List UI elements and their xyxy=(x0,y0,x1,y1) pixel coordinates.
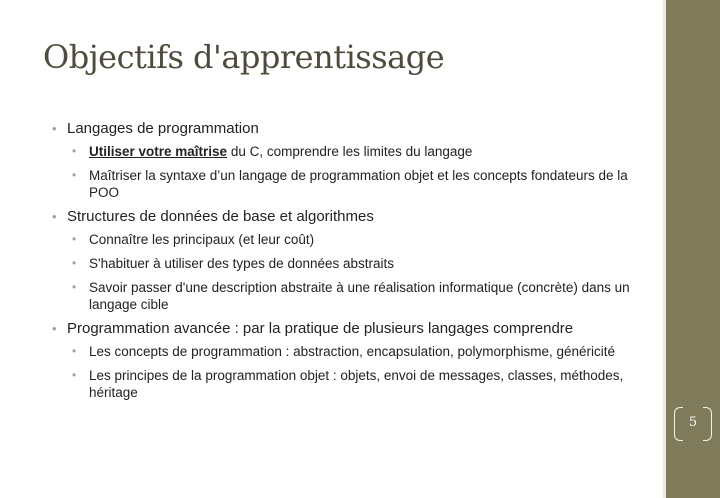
bullet-dot-icon: • xyxy=(72,232,77,246)
slide-content: • Langages de programmation • Utiliser v… xyxy=(50,120,640,408)
bullet-dot-icon: • xyxy=(72,168,77,182)
sub-bullet-item: • Connaître les principaux (et leur coût… xyxy=(50,231,640,248)
sub-bullet-item: • S'habituer à utiliser des types de don… xyxy=(50,255,640,272)
sub-bullet-text: Les principes de la programmation objet … xyxy=(89,368,624,400)
sub-bullet-text: Savoir passer d'une description abstrait… xyxy=(89,280,630,312)
bullet-dot-icon: • xyxy=(52,321,57,336)
bullet-item: • Langages de programmation xyxy=(50,120,640,138)
sub-bullet-item: • Les concepts de programmation : abstra… xyxy=(50,343,640,360)
sub-bullet-text: du C, comprendre les limites du langage xyxy=(227,144,473,159)
sub-bullet-item: • Les principes de la programmation obje… xyxy=(50,367,640,401)
bullet-dot-icon: • xyxy=(72,368,77,382)
bullet-dot-icon: • xyxy=(72,144,77,158)
bullet-dot-icon: • xyxy=(72,256,77,270)
bullet-dot-icon: • xyxy=(72,280,77,294)
sub-bullet-text: S'habituer à utiliser des types de donné… xyxy=(89,256,395,271)
sub-bullet-item: • Maîtriser la syntaxe d’un langage de p… xyxy=(50,167,640,201)
bullet-dot-icon: • xyxy=(52,209,57,224)
page-number-badge: 5 xyxy=(670,407,716,441)
slide: Objectifs d'apprentissage • Langages de … xyxy=(0,0,720,498)
bullet-text: Programmation avancée : par la pratique … xyxy=(67,320,574,337)
page-number: 5 xyxy=(688,415,698,430)
sub-bullet-text: Les concepts de programmation : abstract… xyxy=(89,344,616,359)
slide-title: Objectifs d'apprentissage xyxy=(43,38,445,76)
bullet-dot-icon: • xyxy=(52,121,57,136)
bullet-dot-icon: • xyxy=(72,344,77,358)
sub-bullet-text: Connaître les principaux (et leur coût) xyxy=(89,232,315,247)
bullet-item: • Structures de données de base et algor… xyxy=(50,208,640,226)
bullet-item: • Programmation avancée : par la pratiqu… xyxy=(50,320,640,338)
sub-bullet-item: • Utiliser votre maîtrise du C, comprend… xyxy=(50,143,640,160)
bullet-text: Langages de programmation xyxy=(67,120,259,137)
bullet-text: Structures de données de base et algorit… xyxy=(67,208,374,225)
sub-bullet-text: Maîtriser la syntaxe d’un langage de pro… xyxy=(89,168,628,200)
sub-bullet-item: • Savoir passer d'une description abstra… xyxy=(50,279,640,313)
emphasis-text: Utiliser votre maîtrise xyxy=(89,144,228,159)
